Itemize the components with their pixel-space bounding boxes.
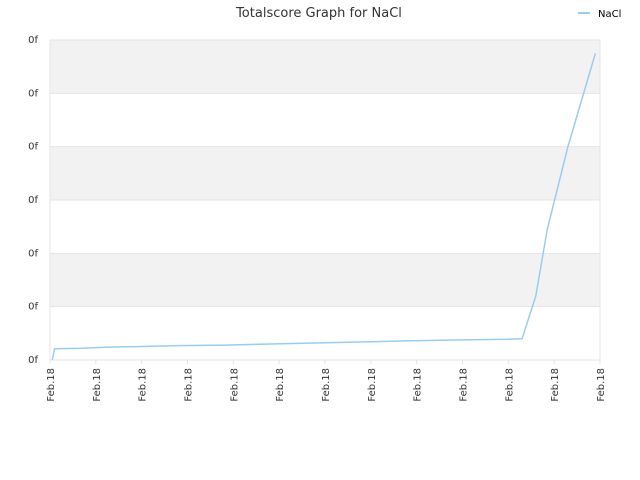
y-tick-label: 0f bbox=[28, 302, 38, 313]
y-tick-label: 0f bbox=[28, 355, 38, 366]
y-tick-label: 0f bbox=[28, 35, 38, 46]
totalscore-chart: Totalscore Graph for NaCl 0f0f0f0f0f0f0f… bbox=[28, 6, 621, 402]
y-tick-label: 0f bbox=[28, 88, 38, 99]
y-tick-label: 0f bbox=[28, 142, 38, 153]
x-tick-label: Feb.18 bbox=[596, 368, 607, 402]
legend[interactable]: NaCl bbox=[578, 9, 621, 20]
y-tick-label: 0f bbox=[28, 248, 38, 259]
x-tick-label: Feb.18 bbox=[550, 368, 561, 402]
x-tick-label: Feb.18 bbox=[184, 368, 195, 402]
plot-band bbox=[50, 146, 600, 200]
plot-band bbox=[50, 253, 600, 307]
y-tick-label: 0f bbox=[28, 195, 38, 206]
legend-label-nacl: NaCl bbox=[598, 9, 621, 20]
y-axis-ticks: 0f 0f 0f 0f 0f 0f 0f bbox=[28, 35, 38, 366]
x-tick-label: Feb.18 bbox=[92, 368, 103, 402]
x-tick-label: Feb.18 bbox=[229, 368, 240, 402]
x-tick-label: Feb.18 bbox=[321, 368, 332, 402]
plot-band bbox=[50, 40, 600, 94]
chart-title: Totalscore Graph for NaCl bbox=[235, 6, 402, 21]
x-tick-label: Feb.18 bbox=[46, 368, 57, 402]
x-tick-label: Feb.18 bbox=[367, 368, 378, 402]
x-tick-label: Feb.18 bbox=[275, 368, 286, 402]
x-axis-ticks: Feb.18 Feb.18 Feb.18 Feb.18 Feb.18 Feb.18 Feb.… bbox=[46, 360, 607, 402]
plot-band bbox=[50, 306, 600, 360]
plot-band bbox=[50, 93, 600, 147]
x-tick-label: Feb.18 bbox=[413, 368, 424, 402]
plot-band bbox=[50, 200, 600, 254]
x-tick-label: Feb.18 bbox=[504, 368, 515, 402]
x-tick-label: Feb.18 bbox=[138, 368, 149, 402]
x-tick-label: Feb.18 bbox=[459, 368, 470, 402]
